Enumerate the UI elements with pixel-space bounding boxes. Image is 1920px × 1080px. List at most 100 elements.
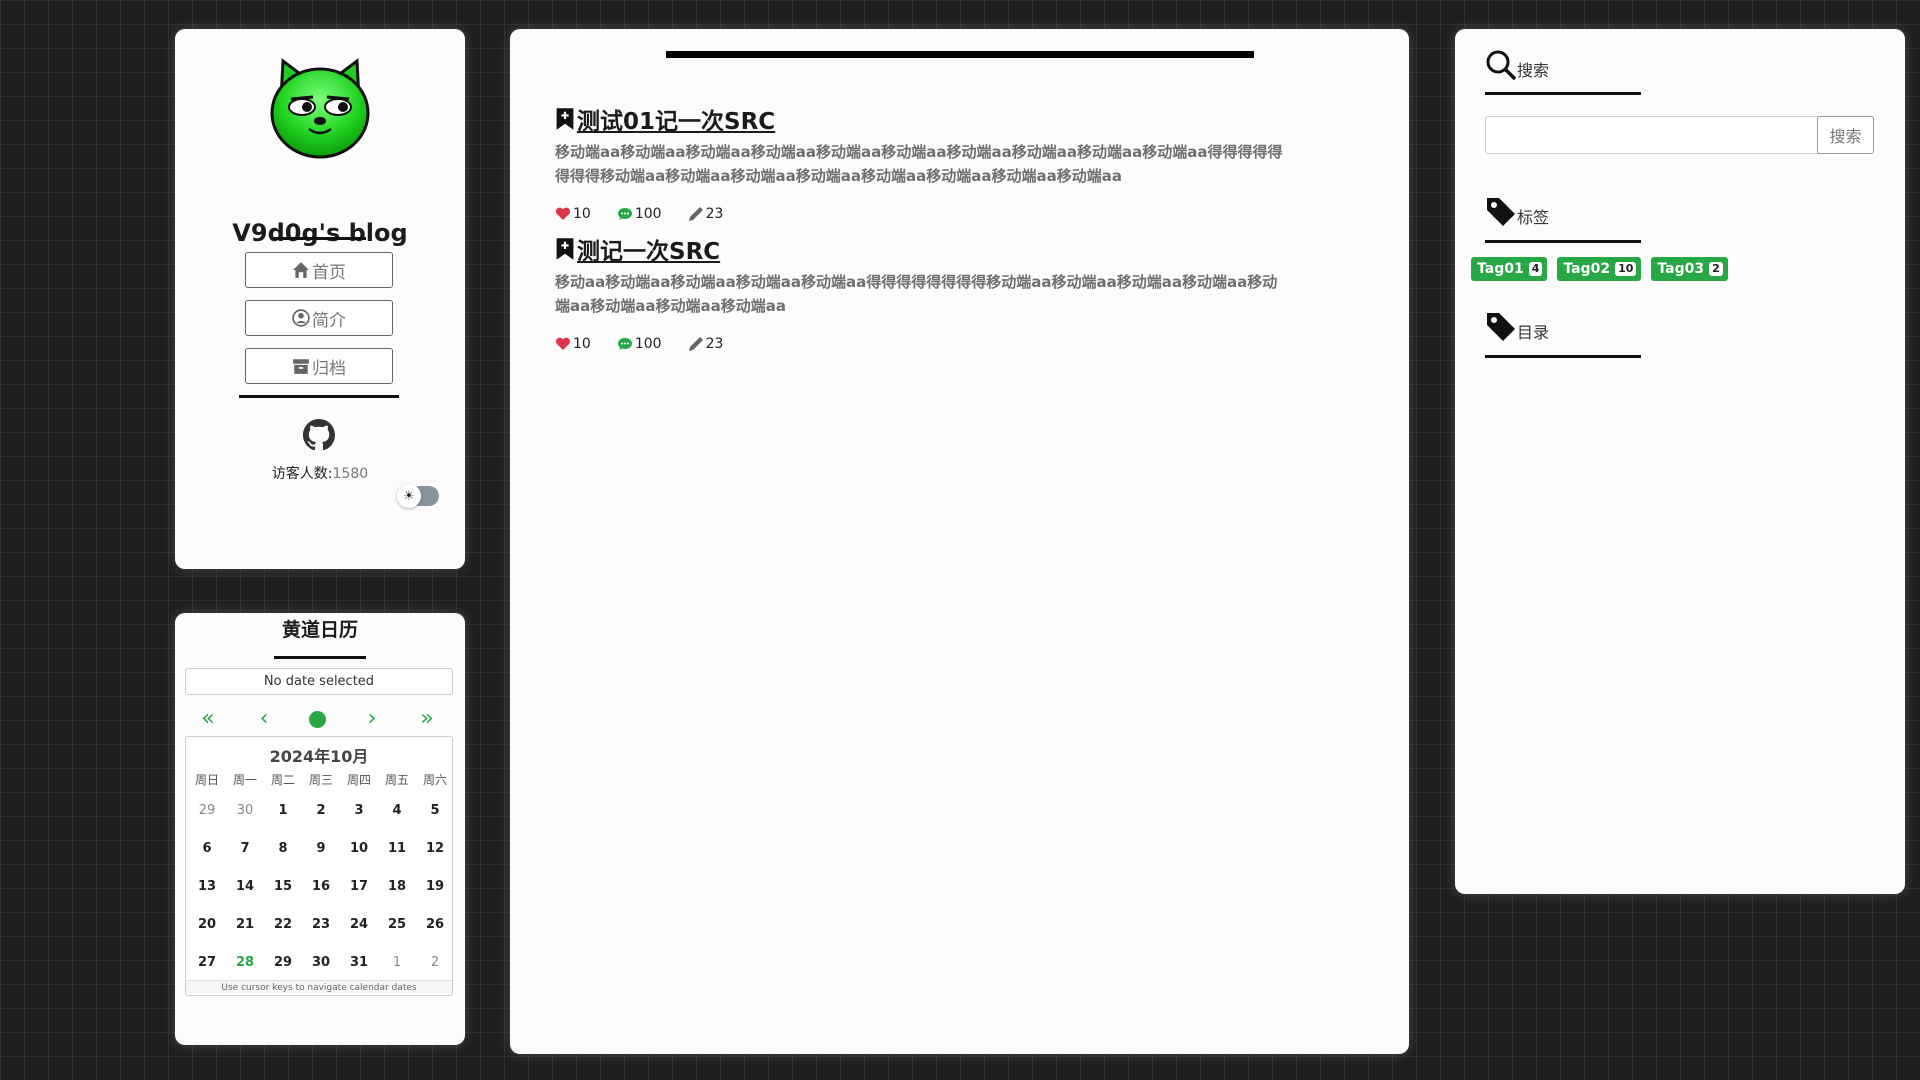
tag-name: Tag02 [1563,261,1611,277]
tag-list: Tag01 4 Tag02 10 Tag03 2 [1471,257,1728,281]
calendar-day[interactable]: 8 [264,829,302,867]
chevron-right-icon: › [367,705,377,731]
weekday-label: 周五 [384,773,409,787]
comment-icon [617,208,632,220]
heart-icon [555,337,571,350]
calendar-day[interactable]: 17 [340,867,378,905]
calendar-day[interactable]: 5 [416,791,454,829]
calendar-day[interactable]: 13 [188,867,226,905]
current-month-button[interactable] [309,711,326,728]
tag-count: 4 [1528,262,1543,276]
nav-divider [239,395,399,398]
edit-count[interactable]: 23 [688,206,723,222]
calendar-day[interactable]: 19 [416,867,454,905]
calendar-day[interactable]: 1 [264,791,302,829]
chevron-left-icon: ‹ [259,705,269,731]
like-count[interactable]: 10 [555,206,591,222]
calendar-day[interactable]: 11 [378,829,416,867]
theme-toggle[interactable]: ☀ [397,484,443,508]
selected-date-display: No date selected [185,668,453,695]
calendar-day[interactable]: 12 [416,829,454,867]
calendar-days: 29 30 1 2 3 4 5 6 7 8 9 10 11 12 13 14 15 16 17 18 19 20 21 22 2… [188,791,454,981]
calendar-day[interactable]: 1 [378,943,416,981]
like-count[interactable]: 10 [555,336,591,352]
archive-icon [293,359,309,374]
tag-badge[interactable]: Tag02 10 [1557,257,1642,281]
weekday-label: 周三 [308,773,333,787]
double-chevron-left-icon: « [201,705,215,731]
calendar-day[interactable]: 24 [340,905,378,943]
search-input[interactable] [1485,116,1819,154]
calendar-day[interactable]: 18 [378,867,416,905]
visitor-label: 访客人数: [271,466,333,482]
calendar-day[interactable]: 20 [188,905,226,943]
calendar-day[interactable]: 30 [226,791,264,829]
prev-month-button[interactable]: ‹ [249,705,279,731]
next-year-button[interactable]: » [412,705,442,731]
calendar-day[interactable]: 29 [188,791,226,829]
toc-heading: 目录 [1485,311,1549,343]
calendar-day[interactable]: 9 [302,829,340,867]
toc-heading-label: 目录 [1517,323,1550,342]
calendar-day[interactable]: 26 [416,905,454,943]
post-meta: 10 100 23 [555,206,1355,222]
nav-about-button[interactable]: 简介 [245,300,393,336]
calendar-day[interactable]: 14 [226,867,264,905]
calendar-day[interactable]: 2 [302,791,340,829]
search-heading-underline [1485,92,1641,95]
calendar-day[interactable]: 10 [340,829,378,867]
weekday-label: 周二 [270,773,295,787]
search-button[interactable]: 搜索 [1817,116,1874,154]
calendar-day[interactable]: 22 [264,905,302,943]
month-label: 2024年10月 [269,747,369,766]
calendar-day[interactable]: 30 [302,943,340,981]
post-title-link[interactable]: 测试01记一次SRC [555,102,1355,136]
github-icon[interactable] [303,419,335,451]
heart-icon [555,207,571,220]
calendar-title-divider [274,656,366,659]
post-title-link[interactable]: 测记一次SRC [555,232,1355,266]
nav-archive-label: 归档 [312,358,346,379]
calendar-day[interactable]: 29 [264,943,302,981]
comment-count[interactable]: 100 [617,336,662,352]
prev-year-button[interactable]: « [193,705,223,731]
post-excerpt: 移动端aa移动端aa移动端aa移动端aa移动端aa移动端aa移动端aa移动端aa… [555,143,1283,185]
tags-heading-underline [1485,240,1641,243]
calendar-day[interactable]: 2 [416,943,454,981]
nav-home-button[interactable]: 首页 [245,252,393,288]
calendar-day[interactable]: 28 [226,943,264,981]
comment-count[interactable]: 100 [617,206,662,222]
calendar-card: 黄道日历 No date selected « ‹ › » 2024年10月 周… [175,613,465,1045]
edit-count[interactable]: 23 [688,336,724,352]
tag-badge[interactable]: Tag03 2 [1651,257,1728,281]
calendar-day[interactable]: 4 [378,791,416,829]
edit-count-value: 23 [705,336,724,352]
next-month-button[interactable]: › [357,705,387,731]
calendar-day[interactable]: 27 [188,943,226,981]
search-icon [1486,50,1517,81]
pencil-icon [688,207,703,221]
home-icon [293,262,309,278]
calendar-day[interactable]: 6 [188,829,226,867]
tag-badge[interactable]: Tag01 4 [1471,257,1548,281]
visitor-count: 1580 [332,466,369,482]
bookmark-plus-icon [556,238,574,260]
calendar-day[interactable]: 15 [264,867,302,905]
calendar-day[interactable]: 31 [340,943,378,981]
post-excerpt: 移动aa移动端aa移动端aa移动端aa移动端aa得得得得得得得得移动端aa移动端… [555,273,1278,315]
nav-archive-button[interactable]: 归档 [245,348,393,384]
tags-heading-label: 标签 [1517,208,1550,227]
main-top-bar [666,51,1254,58]
nav-about-label: 简介 [312,310,346,331]
calendar-day[interactable]: 16 [302,867,340,905]
post-item: 测试01记一次SRC 移动端aa移动端aa移动端aa移动端aa移动端aa移动端a… [555,102,1355,222]
calendar-day[interactable]: 25 [378,905,416,943]
user-circle-icon [292,309,310,327]
calendar-day[interactable]: 23 [302,905,340,943]
bookmark-plus-icon [556,108,574,130]
calendar-day[interactable]: 21 [226,905,264,943]
tag-count: 2 [1709,262,1723,276]
profile-card: V9d0g's blog 首页 简介 归档 访客人数:1580 ☀ [175,29,465,569]
calendar-day[interactable]: 3 [340,791,378,829]
calendar-day[interactable]: 7 [226,829,264,867]
